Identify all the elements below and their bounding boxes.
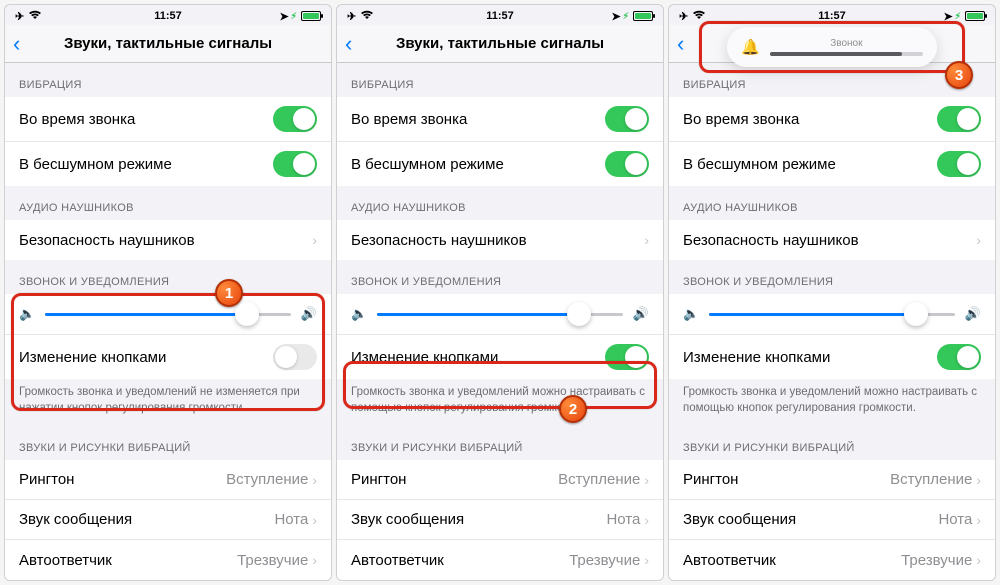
section-vibration-header: ВИБРАЦИЯ: [5, 63, 331, 97]
switch-vibrate-silent[interactable]: [937, 151, 981, 177]
row-vibrate-silent: В бесшумном режиме: [669, 142, 995, 186]
section-headphones-header: АУДИО НАУШНИКОВ: [5, 186, 331, 220]
row-ringtone[interactable]: Рингтон Вступление›: [669, 460, 995, 500]
volume-low-icon: 🔈: [683, 306, 699, 322]
ringer-volume-slider[interactable]: [377, 313, 623, 316]
row-vibrate-ring: Во время звонка: [337, 97, 663, 142]
row-vibrate-silent: В бесшумном режиме: [337, 142, 663, 186]
ringer-footer-note: Громкость звонка и уведомлений не изменя…: [5, 379, 331, 426]
chevron-right-icon: ›: [976, 232, 981, 248]
ringer-volume-slider[interactable]: [45, 313, 291, 316]
section-sounds-header: ЗВУКИ И РИСУНКИ ВИБРАЦИЙ: [5, 426, 331, 460]
ringer-volume-slider[interactable]: [709, 313, 955, 316]
row-vibrate-silent: В бесшумном режиме: [5, 142, 331, 186]
ringer-volume-slider-row: 🔈 🔊: [337, 294, 663, 335]
chevron-right-icon: ›: [312, 472, 317, 488]
row-ringtone[interactable]: Рингтон Вступление›: [337, 460, 663, 500]
switch-change-buttons[interactable]: [605, 344, 649, 370]
volume-hud-bar: [770, 52, 923, 56]
ringer-volume-slider-row: 🔈 🔊: [5, 294, 331, 335]
row-vibrate-ring: Во время звонка: [669, 97, 995, 142]
ringer-volume-slider-row: 🔈 🔊: [669, 294, 995, 335]
nav-bar: ‹ Звуки, тактильные сигналы: [337, 25, 663, 63]
screen-3: ✈ 11:57 ➤ ⚡︎ ‹ Звуки, тактильные сигналы…: [668, 4, 996, 581]
chevron-right-icon: ›: [976, 472, 981, 488]
volume-low-icon: 🔈: [19, 306, 35, 322]
row-headphone-safety[interactable]: Безопасность наушников ›: [669, 220, 995, 260]
switch-vibrate-ring[interactable]: [605, 106, 649, 132]
bell-icon: 🔔: [741, 38, 760, 56]
row-headphone-safety[interactable]: Безопасность наушников ›: [5, 220, 331, 260]
switch-vibrate-ring[interactable]: [273, 106, 317, 132]
row-voicemail[interactable]: Автоответчик Трезвучие›: [5, 540, 331, 580]
switch-vibrate-ring[interactable]: [937, 106, 981, 132]
switch-vibrate-silent[interactable]: [605, 151, 649, 177]
chevron-right-icon: ›: [976, 552, 981, 568]
row-text-tone[interactable]: Звук сообщения Нота›: [669, 500, 995, 540]
chevron-right-icon: ›: [644, 232, 649, 248]
badge-1: 1: [215, 279, 243, 307]
switch-change-buttons[interactable]: [937, 344, 981, 370]
volume-hud-title: Звонок: [830, 38, 862, 49]
nav-title: Звуки, тактильные сигналы: [396, 35, 604, 52]
row-change-buttons: Изменение кнопками: [337, 335, 663, 379]
screen-2: ✈ 11:57 ➤ ⚡︎ ‹ Звуки, тактильные сигналы…: [336, 4, 664, 581]
status-bar: ✈ 11:57 ➤ ⚡︎: [669, 5, 995, 25]
section-ringer-header: ЗВОНОК И УВЕДОМЛЕНИЯ: [5, 260, 331, 294]
chevron-right-icon: ›: [644, 512, 649, 528]
back-button[interactable]: ‹: [345, 33, 352, 55]
back-button[interactable]: ‹: [13, 33, 20, 55]
row-voicemail[interactable]: Автоответчик Трезвучие›: [669, 540, 995, 580]
status-bar: ✈ 11:57 ➤ ⚡︎: [5, 5, 331, 25]
volume-high-icon: 🔊: [965, 306, 981, 322]
row-text-tone[interactable]: Звук сообщения Нота›: [337, 500, 663, 540]
nav-title: Звуки, тактильные сигналы: [64, 35, 272, 52]
screen-1: ✈ 11:57 ➤ ⚡︎ ‹ Звуки, тактильные сигналы…: [4, 4, 332, 581]
battery-icon: [633, 11, 653, 21]
volume-hud: 🔔 Звонок: [727, 27, 937, 67]
volume-high-icon: 🔊: [633, 306, 649, 322]
row-text-tone[interactable]: Звук сообщения Нота›: [5, 500, 331, 540]
row-change-buttons: Изменение кнопками: [669, 335, 995, 379]
row-vibrate-ring: Во время звонка: [5, 97, 331, 142]
status-time: 11:57: [337, 10, 663, 22]
chevron-right-icon: ›: [976, 512, 981, 528]
battery-icon: [301, 11, 321, 21]
nav-bar: ‹ Звуки, тактильные сигналы: [5, 25, 331, 63]
switch-change-buttons[interactable]: [273, 344, 317, 370]
back-button[interactable]: ‹: [677, 33, 684, 55]
row-voicemail[interactable]: Автоответчик Трезвучие›: [337, 540, 663, 580]
chevron-right-icon: ›: [312, 232, 317, 248]
badge-3: 3: [945, 61, 973, 89]
row-ringtone[interactable]: Рингтон Вступление›: [5, 460, 331, 500]
switch-vibrate-silent[interactable]: [273, 151, 317, 177]
chevron-right-icon: ›: [644, 552, 649, 568]
status-time: 11:57: [5, 10, 331, 22]
volume-low-icon: 🔈: [351, 306, 367, 322]
status-bar: ✈ 11:57 ➤ ⚡︎: [337, 5, 663, 25]
chevron-right-icon: ›: [312, 552, 317, 568]
chevron-right-icon: ›: [312, 512, 317, 528]
status-time: 11:57: [669, 10, 995, 22]
row-headphone-safety[interactable]: Безопасность наушников ›: [337, 220, 663, 260]
row-change-buttons: Изменение кнопками: [5, 335, 331, 379]
volume-high-icon: 🔊: [301, 306, 317, 322]
badge-2: 2: [559, 395, 587, 423]
chevron-right-icon: ›: [644, 472, 649, 488]
battery-icon: [965, 11, 985, 21]
